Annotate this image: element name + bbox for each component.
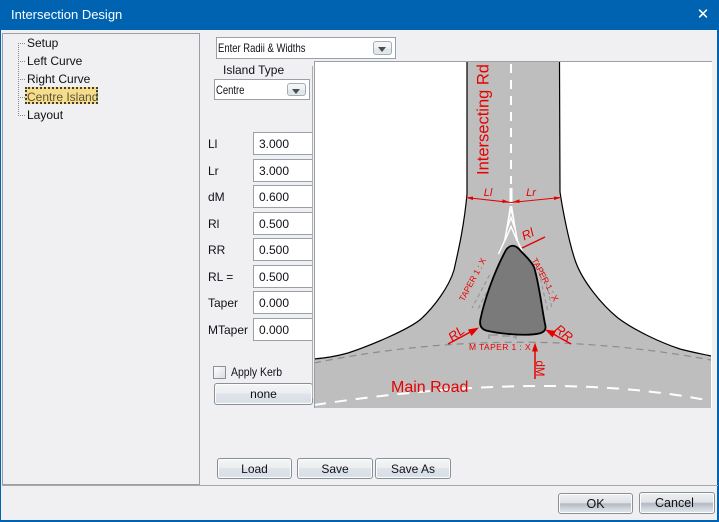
svg-text:Main Road: Main Road	[391, 379, 468, 396]
svg-text:Ll: Ll	[484, 187, 493, 199]
svg-text:M TAPER 1 : X: M TAPER 1 : X	[469, 342, 531, 352]
svg-text:dM: dM	[533, 361, 545, 377]
svg-text:Intersecting Rd: Intersecting Rd	[475, 64, 493, 175]
svg-text:Lr: Lr	[526, 187, 537, 199]
